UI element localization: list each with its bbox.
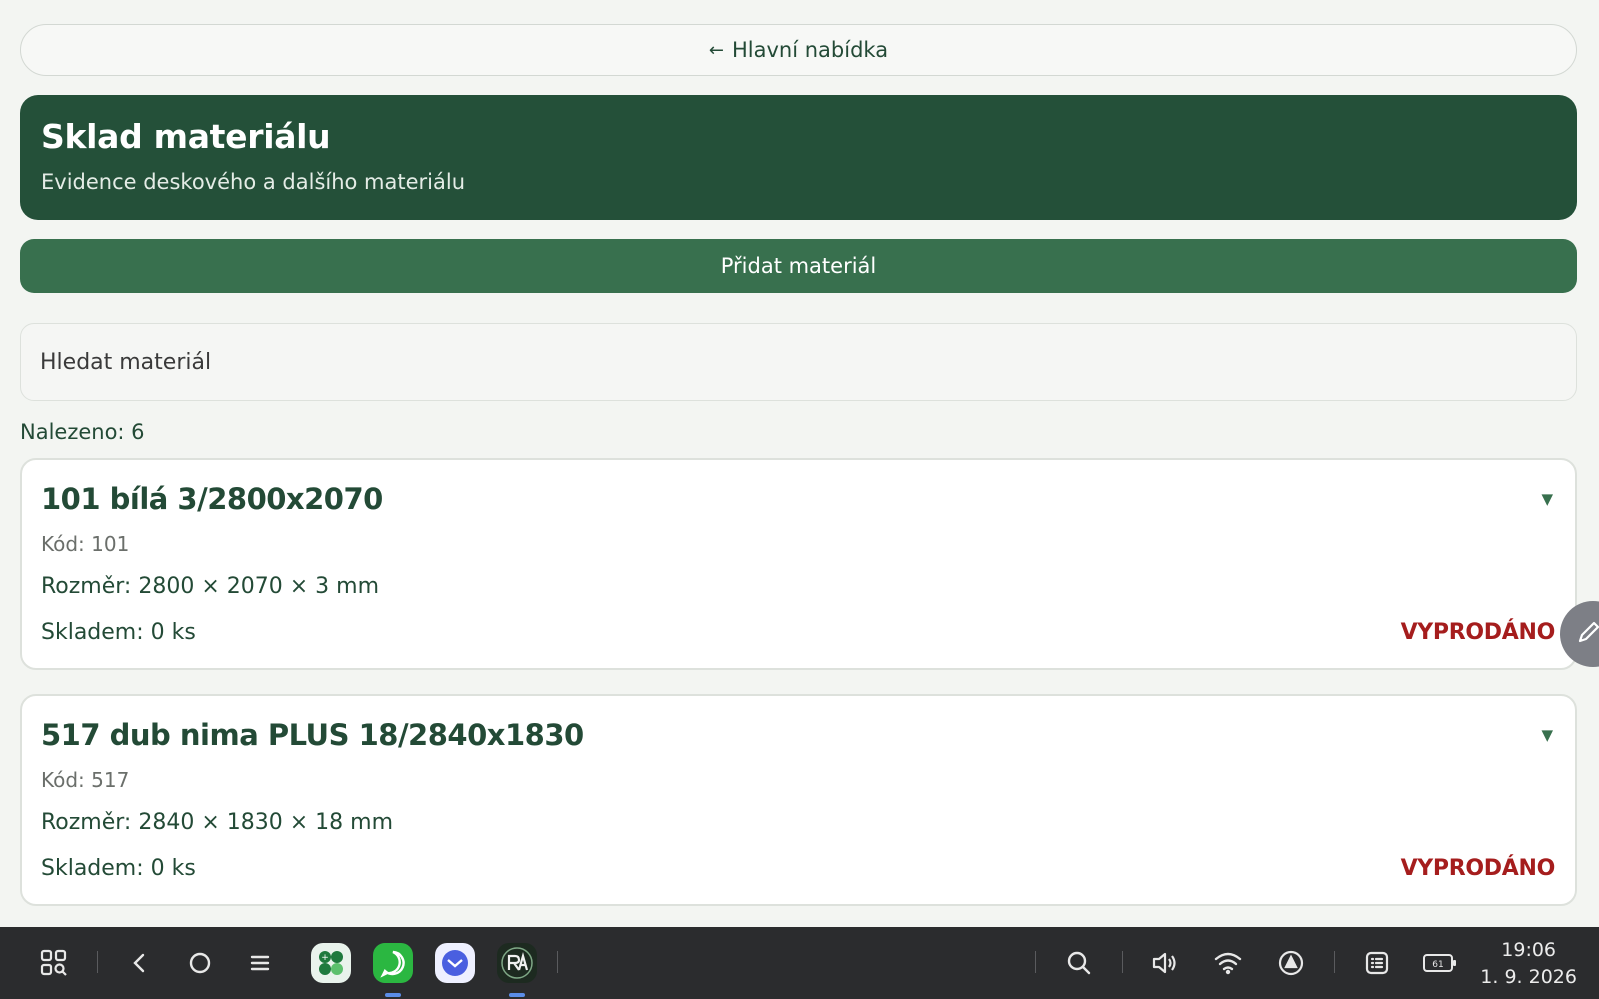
running-indicator bbox=[385, 993, 401, 997]
svg-text:+: + bbox=[321, 953, 329, 963]
ra-app-icon[interactable] bbox=[497, 943, 537, 983]
notes-icon[interactable] bbox=[1359, 945, 1395, 981]
back-arrow-icon: ← bbox=[708, 39, 724, 61]
back-icon[interactable] bbox=[122, 945, 158, 981]
material-dimensions: Rozměr: 2800 × 2070 × 3 mm bbox=[41, 574, 380, 599]
material-stock: Skladem: 0 ks bbox=[41, 620, 196, 645]
app-screen: ← Hlavní nabídka Sklad materiálu Evidenc… bbox=[0, 0, 1599, 927]
material-name: 517 dub nima PLUS 18/2840x1830 bbox=[41, 718, 584, 752]
whatsapp-app-icon[interactable] bbox=[373, 943, 413, 983]
back-to-main-menu-button[interactable]: ← Hlavní nabídka bbox=[20, 24, 1577, 76]
material-card[interactable]: 517 dub nima PLUS 18/2840x1830 ▼ Kód: 51… bbox=[20, 694, 1577, 906]
menu-icon[interactable] bbox=[242, 945, 278, 981]
taskbar-divider bbox=[1334, 951, 1335, 973]
back-button-label: Hlavní nabídka bbox=[732, 38, 889, 62]
status-badge: VYPRODÁNO bbox=[1400, 620, 1556, 645]
results-count: Nalezeno: 6 bbox=[20, 420, 145, 444]
taskbar-divider bbox=[557, 951, 558, 973]
taskbar-divider bbox=[1035, 951, 1036, 973]
navigation-icon[interactable] bbox=[1273, 945, 1309, 981]
material-stock: Skladem: 0 ks bbox=[41, 856, 196, 881]
clock-date: 1. 9. 2026 bbox=[1480, 966, 1577, 988]
chevron-down-icon[interactable]: ▼ bbox=[1541, 490, 1553, 508]
clock[interactable]: 19:06 1. 9. 2026 bbox=[1480, 937, 1577, 991]
pencil-icon bbox=[1576, 619, 1599, 649]
material-dimensions: Rozměr: 2840 × 1830 × 18 mm bbox=[41, 810, 393, 835]
status-badge: VYPRODÁNO bbox=[1400, 856, 1556, 881]
material-code: Kód: 517 bbox=[41, 768, 130, 792]
home-icon[interactable] bbox=[182, 945, 218, 981]
search-icon[interactable] bbox=[1061, 945, 1097, 981]
calculator-app-icon[interactable]: + bbox=[311, 943, 351, 983]
chevron-down-icon[interactable]: ▼ bbox=[1541, 726, 1553, 744]
material-code: Kód: 101 bbox=[41, 532, 130, 556]
system-taskbar: + 61 19:06 1. 9. 2026 bbox=[0, 927, 1599, 999]
running-indicator bbox=[509, 993, 525, 997]
add-material-button[interactable]: Přidat materiál bbox=[20, 239, 1577, 293]
material-name: 101 bílá 3/2800x2070 bbox=[41, 482, 383, 516]
clock-time: 19:06 bbox=[1501, 939, 1557, 961]
volume-icon[interactable] bbox=[1147, 945, 1183, 981]
battery-icon: 61 bbox=[1420, 945, 1460, 981]
mail-app-icon[interactable] bbox=[435, 943, 475, 983]
taskbar-divider bbox=[1122, 951, 1123, 973]
page-subtitle: Evidence deskového a dalšího materiálu bbox=[41, 170, 466, 194]
page-title: Sklad materiálu bbox=[41, 117, 331, 156]
taskbar-divider bbox=[97, 951, 98, 973]
battery-level: 61 bbox=[1432, 960, 1443, 970]
page-header: Sklad materiálu Evidence deskového a dal… bbox=[20, 95, 1577, 220]
search-input[interactable] bbox=[20, 323, 1577, 401]
apps-grid-icon[interactable] bbox=[36, 945, 72, 981]
material-card[interactable]: 101 bílá 3/2800x2070 ▼ Kód: 101 Rozměr: … bbox=[20, 458, 1577, 670]
wifi-icon[interactable] bbox=[1210, 945, 1246, 981]
